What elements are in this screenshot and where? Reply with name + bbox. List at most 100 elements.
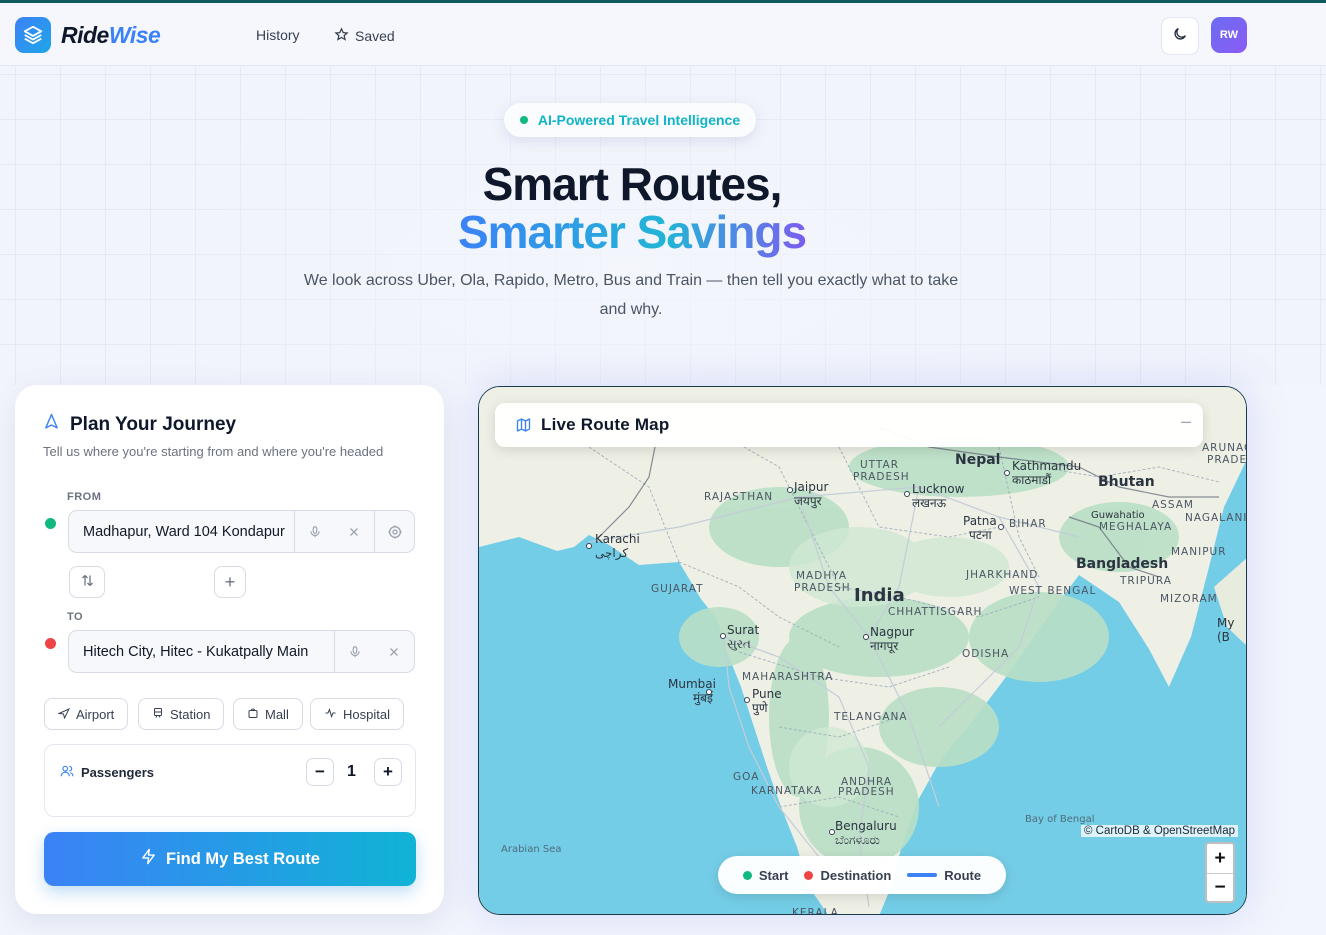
label-kathmandu: Kathmandu xyxy=(1012,459,1081,473)
passengers-value: 1 xyxy=(347,763,356,780)
minimize-icon[interactable]: – xyxy=(1181,411,1191,432)
label-mumbai: Mumbai xyxy=(668,677,716,691)
train-icon xyxy=(152,707,164,722)
logo-icon[interactable] xyxy=(15,17,51,53)
hero-title-line-1: Smart Routes, xyxy=(482,158,783,210)
locate-icon[interactable] xyxy=(374,511,414,552)
label-madhya-1: MADHYA xyxy=(796,570,847,582)
find-route-button[interactable]: Find My Best Route xyxy=(44,832,416,886)
label-rajasthan: RAJASTHAN xyxy=(704,491,773,503)
label-bihar: BIHAR xyxy=(1009,518,1047,530)
passengers-box: Passengers − 1 + xyxy=(44,744,416,817)
zoom-out-button[interactable]: − xyxy=(1207,873,1233,901)
plane-icon xyxy=(57,707,71,722)
pulse-icon xyxy=(324,707,337,722)
label-kathmandu-local: काठमाडौं xyxy=(1012,473,1052,487)
brand-name[interactable]: RideWise xyxy=(61,22,161,49)
label-nagpur: Nagpur xyxy=(870,625,914,639)
label-arabian-sea: Arabian Sea xyxy=(501,844,561,855)
label-arunachal-2: PRADES xyxy=(1207,454,1247,466)
label-surat-local: સુરત xyxy=(727,637,751,651)
map-attribution[interactable]: © CartoDB & OpenStreetMap xyxy=(1081,825,1239,837)
clear-icon[interactable] xyxy=(374,631,414,672)
label-kerala: KERALA xyxy=(792,907,839,915)
route-map[interactable]: Nepal Bhutan Bangladesh India Kathmandu … xyxy=(478,386,1247,915)
journey-title-text: Plan Your Journey xyxy=(70,413,237,435)
swap-button[interactable] xyxy=(69,566,105,598)
shopping-bag-icon xyxy=(247,707,259,722)
legend-start-label: Start xyxy=(758,867,789,883)
journey-card: Plan Your Journey Tell us where you're s… xyxy=(15,385,444,914)
passengers-decrement-button[interactable]: − xyxy=(306,758,334,786)
label-surat: Surat xyxy=(727,623,760,637)
label-my-1: My xyxy=(1217,616,1234,630)
label-uttar-1: UTTAR xyxy=(860,459,899,471)
app-header: RideWise History Saved RW xyxy=(0,3,1326,66)
to-label: TO xyxy=(67,611,84,623)
legend-route-line xyxy=(907,873,938,877)
to-input[interactable]: Hitech City, Hitec - Kukatpally Main xyxy=(68,630,415,673)
avatar[interactable]: RW xyxy=(1211,17,1247,53)
chip-station[interactable]: Station xyxy=(138,698,225,730)
label-bengaluru: Bengaluru xyxy=(835,819,897,833)
label-karachi-local: كراچی xyxy=(595,546,628,561)
label-india: India xyxy=(854,585,905,606)
label-assam: ASSAM xyxy=(1152,499,1194,511)
journey-title: Plan Your Journey xyxy=(43,413,236,436)
from-input[interactable]: Madhapur, Ward 104 Kondapur xyxy=(68,510,415,553)
nav-saved-label: Saved xyxy=(355,28,395,44)
brand-part-1: Ride xyxy=(61,22,109,48)
label-my-2: (B xyxy=(1217,630,1230,644)
mic-icon[interactable] xyxy=(334,631,374,672)
zoom-in-button[interactable]: + xyxy=(1207,844,1233,873)
from-input-value: Madhapur, Ward 104 Kondapur xyxy=(83,523,285,540)
to-input-value: Hitech City, Hitec - Kukatpally Main xyxy=(83,643,309,660)
destination-dot xyxy=(45,638,56,649)
add-stop-button[interactable]: + xyxy=(214,566,246,598)
label-uttar-2: PRADESH xyxy=(853,471,910,483)
label-bangladesh: Bangladesh xyxy=(1076,556,1168,572)
legend-start-dot xyxy=(742,870,752,880)
find-route-label: Find My Best Route xyxy=(165,849,320,868)
nav-saved[interactable]: Saved xyxy=(334,27,395,45)
badge-dot xyxy=(519,116,528,124)
label-bay-of-bengal: Bay of Bengal xyxy=(1025,814,1095,825)
nav-history[interactable]: History xyxy=(256,27,300,43)
chip-mall-label: Mall xyxy=(265,706,289,722)
label-goa: GOA xyxy=(733,771,759,783)
label-nepal: Nepal xyxy=(955,452,1000,468)
label-madhya-2: PRADESH xyxy=(794,582,851,594)
label-lucknow-local: लखनऊ xyxy=(912,496,947,510)
star-icon xyxy=(334,27,349,45)
label-nagpur-local: नागपूर xyxy=(870,639,899,654)
theme-toggle-button[interactable] xyxy=(1161,17,1199,55)
label-odisha: ODISHA xyxy=(962,648,1009,660)
label-karnataka: KARNATAKA xyxy=(751,785,822,797)
mic-icon[interactable] xyxy=(294,511,334,552)
chip-airport-label: Airport xyxy=(76,706,115,722)
legend-start: Start xyxy=(742,867,789,883)
clear-icon[interactable] xyxy=(334,511,374,552)
label-patna-local: पटना xyxy=(969,528,993,542)
passengers-label: Passengers xyxy=(60,764,154,781)
label-pune-local: पुणे xyxy=(752,701,768,716)
legend-route-label: Route xyxy=(944,867,982,883)
label-maharashtra: MAHARASHTRA xyxy=(742,671,833,683)
chip-airport[interactable]: Airport xyxy=(44,698,129,730)
navigation-icon xyxy=(43,413,60,436)
passengers-label-text: Passengers xyxy=(81,765,154,780)
swap-icon xyxy=(80,572,95,593)
chip-mall[interactable]: Mall xyxy=(233,698,303,730)
nav-history-label: History xyxy=(256,27,300,43)
users-icon xyxy=(60,764,74,781)
label-guwahati: Guwahatio xyxy=(1091,510,1145,521)
chip-hospital[interactable]: Hospital xyxy=(310,698,404,730)
chip-hospital-label: Hospital xyxy=(343,706,390,722)
label-tripura: TRIPURA xyxy=(1119,575,1172,587)
ai-badge: AI-Powered Travel Intelligence xyxy=(504,103,756,137)
map-icon xyxy=(515,417,532,438)
label-lucknow: Lucknow xyxy=(912,482,965,496)
map-legend: Start Destination Route xyxy=(718,856,1006,894)
passengers-increment-button[interactable]: + xyxy=(374,758,402,786)
label-arunachal-1: ARUNACH xyxy=(1202,442,1247,454)
